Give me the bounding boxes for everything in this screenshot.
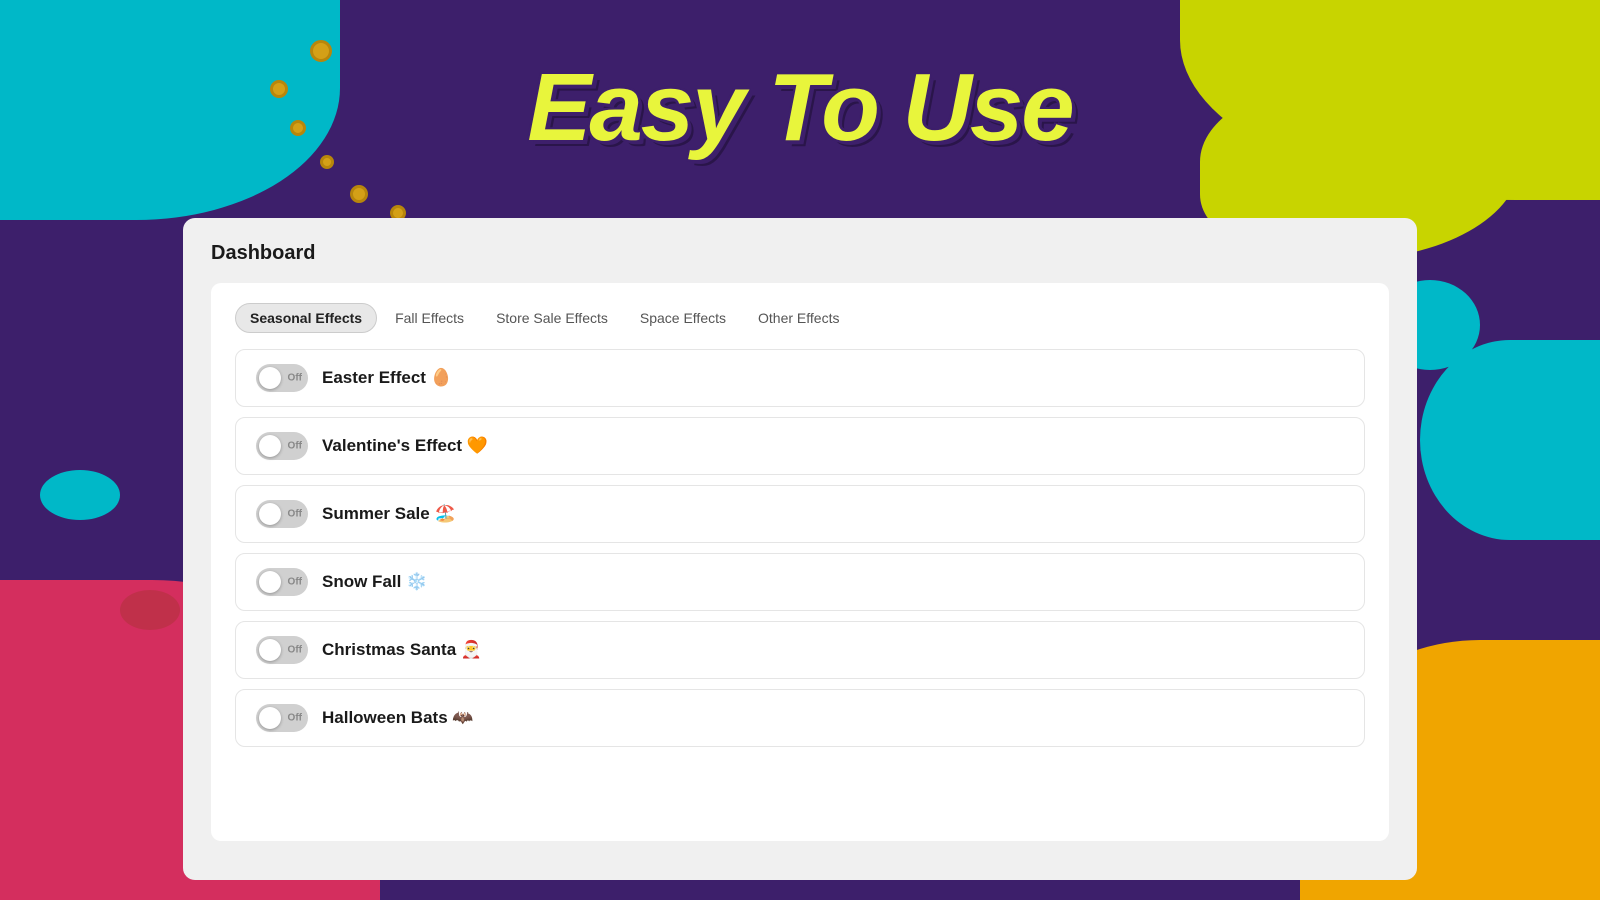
effect-row-valentines: Off Valentine's Effect 🧡 <box>235 417 1365 475</box>
effect-name-snow-fall: Snow Fall ❄️ <box>322 572 427 592</box>
toggle-knob-valentines <box>259 435 281 457</box>
effect-row-christmas-santa: Off Christmas Santa 🎅 <box>235 621 1365 679</box>
toggle-track-christmas-santa: Off <box>256 636 308 664</box>
toggle-knob-easter <box>259 367 281 389</box>
tab-fall[interactable]: Fall Effects <box>381 304 478 332</box>
tab-space[interactable]: Space Effects <box>626 304 740 332</box>
bg-blob-red-mid-left <box>120 590 180 630</box>
bg-blob-teal-left-mid <box>40 470 120 520</box>
effect-name-easter: Easter Effect 🥚 <box>322 368 452 388</box>
toggle-knob-halloween-bats <box>259 707 281 729</box>
effect-row-easter: Off Easter Effect 🥚 <box>235 349 1365 407</box>
toggle-track-valentines: Off <box>256 432 308 460</box>
effect-row-snow-fall: Off Snow Fall ❄️ <box>235 553 1365 611</box>
toggle-valentines[interactable]: Off <box>256 432 308 460</box>
toggle-track-snow-fall: Off <box>256 568 308 596</box>
toggle-off-label-easter: Off <box>288 373 302 384</box>
dashboard-card: Dashboard Seasonal Effects Fall Effects … <box>183 218 1417 880</box>
toggle-off-label-valentines: Off <box>288 441 302 452</box>
effect-name-halloween-bats: Halloween Bats 🦇 <box>322 708 474 728</box>
toggle-off-label-halloween-bats: Off <box>288 713 302 724</box>
toggle-off-label-christmas-santa: Off <box>288 645 302 656</box>
effect-name-summer-sale: Summer Sale 🏖️ <box>322 504 456 524</box>
toggle-snow-fall[interactable]: Off <box>256 568 308 596</box>
tabs-row: Seasonal Effects Fall Effects Store Sale… <box>235 303 1365 333</box>
tab-seasonal[interactable]: Seasonal Effects <box>235 303 377 333</box>
toggle-knob-snow-fall <box>259 571 281 593</box>
effect-row-summer-sale: Off Summer Sale 🏖️ <box>235 485 1365 543</box>
toggle-christmas-santa[interactable]: Off <box>256 636 308 664</box>
toggle-track-summer-sale: Off <box>256 500 308 528</box>
toggle-summer-sale[interactable]: Off <box>256 500 308 528</box>
tab-other[interactable]: Other Effects <box>744 304 853 332</box>
toggle-easter[interactable]: Off <box>256 364 308 392</box>
bg-blob-teal-right2 <box>1420 340 1600 540</box>
effects-list: Off Easter Effect 🥚 Off Valentine's Effe… <box>235 349 1365 747</box>
toggle-off-label-summer-sale: Off <box>288 509 302 520</box>
toggle-knob-christmas-santa <box>259 639 281 661</box>
toggle-off-label-snow-fall: Off <box>288 577 302 588</box>
effect-name-valentines: Valentine's Effect 🧡 <box>322 436 488 456</box>
toggle-track-easter: Off <box>256 364 308 392</box>
toggle-track-halloween-bats: Off <box>256 704 308 732</box>
effect-name-christmas-santa: Christmas Santa 🎅 <box>322 640 482 660</box>
hero-section: Easy To Use <box>0 0 1600 215</box>
toggle-halloween-bats[interactable]: Off <box>256 704 308 732</box>
inner-panel: Seasonal Effects Fall Effects Store Sale… <box>211 283 1389 841</box>
hero-title: Easy To Use <box>527 53 1072 163</box>
dashboard-title: Dashboard <box>211 242 1389 265</box>
effect-row-halloween-bats: Off Halloween Bats 🦇 <box>235 689 1365 747</box>
tab-store-sale[interactable]: Store Sale Effects <box>482 304 622 332</box>
toggle-knob-summer-sale <box>259 503 281 525</box>
